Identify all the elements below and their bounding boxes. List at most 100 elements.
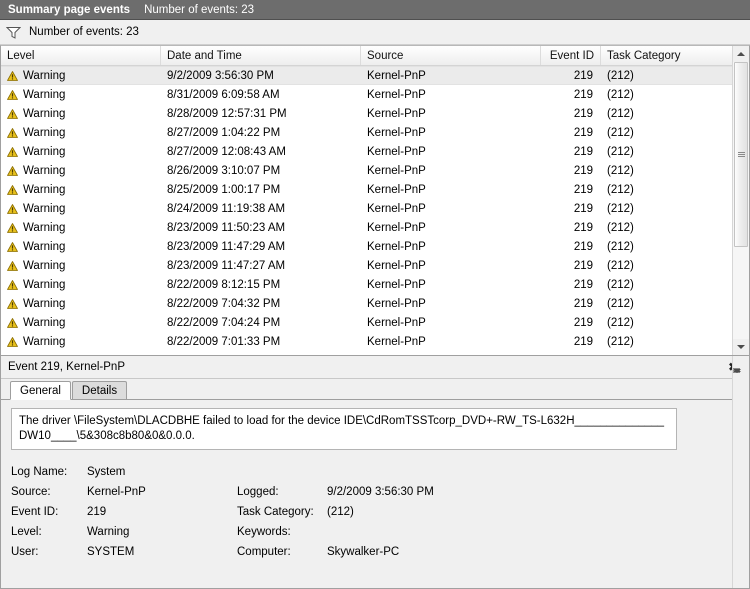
cell-level: Warning [1,104,161,123]
warning-icon [7,108,23,119]
cell-source: Kernel-PnP [367,335,426,348]
detail-tab-strip: General Details [1,379,749,400]
cell-source: Kernel-PnP [367,183,426,196]
cell-level: Warning [1,351,161,356]
warning-icon [7,203,23,214]
cell-task-category: (212) [607,240,634,253]
cell-source: Kernel-PnP [361,351,541,356]
field-row-log-name: Log Name: System [11,462,725,482]
filter-funnel-icon[interactable] [6,26,21,39]
window-title-bar: Summary page events Number of events: 23 [0,0,750,20]
scroll-up-arrow-icon[interactable] [733,46,749,62]
event-list-header: Level Date and Time Source Event ID Task… [1,46,749,66]
event-viewer-window: Summary page events Number of events: 23… [0,0,750,589]
column-header-date-and-time[interactable]: Date and Time [161,46,361,65]
cell-source: Kernel-PnP [367,107,426,120]
table-row[interactable]: Warning 8/27/2009 1:04:22 PM Kernel-PnP 219… [1,123,749,142]
filter-bar[interactable]: Number of events: 23 [0,20,750,45]
column-header-level[interactable]: Level [1,46,161,65]
detail-scroll-down-arrow-icon[interactable] [733,369,749,385]
cell-event-id: 219 [573,107,593,120]
scrollbar-track[interactable] [733,62,749,339]
warning-icon [7,222,23,233]
cell-level: Warning [1,67,161,84]
table-row[interactable]: Warning 8/26/2009 3:10:07 PM Kernel-PnP 219… [1,161,749,180]
event-field-table: Log Name: System Source: Kernel-PnP Logg… [11,462,725,562]
table-row[interactable]: Warning 8/22/2009 7:01:33 PM Kernel-PnP 219… [1,332,749,351]
cell-level: Warning [1,123,161,142]
title-event-count: Number of events: 23 [144,3,255,16]
event-message-text: The driver \FileSystem\DLACDBHE failed t… [11,408,677,450]
cell-task-category: (212) [607,145,634,158]
cell-source: Kernel-PnP [367,316,426,329]
tab-details[interactable]: Details [71,381,128,399]
table-row[interactable]: Warning 8/22/2009 7:04:32 PM Kernel-PnP 219… [1,294,749,313]
column-header-source[interactable]: Source [361,46,541,65]
table-row[interactable]: Warning 8/22/2009 6:56:19 PMKernel-PnP219… [1,351,749,356]
cell-event-id: 219 [573,221,593,234]
cell-level-text: Warning [23,126,66,139]
source-label: Source: [11,486,51,498]
table-row[interactable]: Warning 8/24/2009 11:19:38 AM Kernel-PnP 21… [1,199,749,218]
cell-date-and-time: 8/27/2009 12:08:43 AM [167,145,286,158]
cell-task-category: (212) [607,316,634,329]
cell-level-text: Warning [23,145,66,158]
cell-task-category: (212) [607,183,634,196]
cell-event-id: 219 [573,126,593,139]
table-row[interactable]: Warning 8/23/2009 11:50:23 AM Kernel-PnP 21… [1,218,749,237]
warning-icon [7,298,23,309]
event-detail-scrollbar[interactable] [732,356,749,588]
tab-general[interactable]: General [10,381,71,400]
cell-task-category: (212) [607,88,634,101]
cell-level-text: Warning [23,316,66,329]
detail-scroll-up-arrow-icon[interactable] [733,356,749,372]
cell-source: Kernel-PnP [367,69,426,82]
cell-level: Warning [1,313,161,332]
table-row[interactable]: Warning 9/2/2009 3:56:30 PM Kernel-PnP 219 (… [1,66,749,85]
cell-event-id: 219 [573,183,593,196]
cell-task-category: (212) [607,259,634,272]
table-row[interactable]: Warning 8/23/2009 11:47:29 AM Kernel-PnP 21… [1,237,749,256]
table-row[interactable]: Warning 8/23/2009 11:47:27 AM Kernel-PnP 21… [1,256,749,275]
event-id-label: Event ID: [11,506,59,518]
cell-level-text: Warning [23,183,66,196]
table-row[interactable]: Warning 8/27/2009 12:08:43 AM Kernel-PnP 21… [1,142,749,161]
cell-task-category: (212) [607,164,634,177]
cell-date-and-time: 8/28/2009 12:57:31 PM [167,107,287,120]
cell-date-and-time: 8/22/2009 7:01:33 PM [167,335,281,348]
table-row[interactable]: Warning 8/22/2009 8:12:15 PM Kernel-PnP 219… [1,275,749,294]
cell-date-and-time: 9/2/2009 3:56:30 PM [167,69,274,82]
table-row[interactable]: Warning 8/28/2009 12:57:31 PM Kernel-PnP 21… [1,104,749,123]
cell-level: Warning [1,161,161,180]
event-list-scrollbar[interactable] [732,46,749,355]
computer-value: Skywalker-PC [327,546,400,558]
table-row[interactable]: Warning 8/25/2009 1:00:17 PM Kernel-PnP 219… [1,180,749,199]
cell-level: Warning [1,180,161,199]
cell-level: Warning [1,256,161,275]
computer-label: Computer: [237,546,291,558]
cell-date-and-time: 8/25/2009 1:00:17 PM [167,183,281,196]
scrollbar-thumb[interactable] [734,62,748,247]
warning-icon [7,127,23,138]
cell-level-text: Warning [23,240,66,253]
warning-icon [7,279,23,290]
detail-tab-content-general: The driver \FileSystem\DLACDBHE failed t… [1,400,749,588]
column-header-task-category[interactable]: Task Category [601,46,731,65]
table-row[interactable]: Warning 8/31/2009 6:09:58 AM Kernel-PnP 219… [1,85,749,104]
keywords-label: Keywords: [237,526,291,538]
cell-date-and-time: 8/23/2009 11:47:29 AM [167,240,286,253]
cell-level: Warning [1,294,161,313]
level-label: Level: [11,526,42,538]
cell-level: Warning [1,218,161,237]
user-value: SYSTEM [87,546,135,558]
warning-icon [7,336,23,347]
table-row[interactable]: Warning 8/22/2009 7:04:24 PM Kernel-PnP 219… [1,313,749,332]
cell-level-text: Warning [23,297,66,310]
task-category-label: Task Category: [237,506,314,518]
task-category-value: (212) [327,506,354,518]
cell-event-id: 219 [541,351,601,356]
cell-level: Warning [1,85,161,104]
logged-label: Logged: [237,486,279,498]
scroll-down-arrow-icon[interactable] [733,339,749,355]
column-header-event-id[interactable]: Event ID [541,46,601,65]
